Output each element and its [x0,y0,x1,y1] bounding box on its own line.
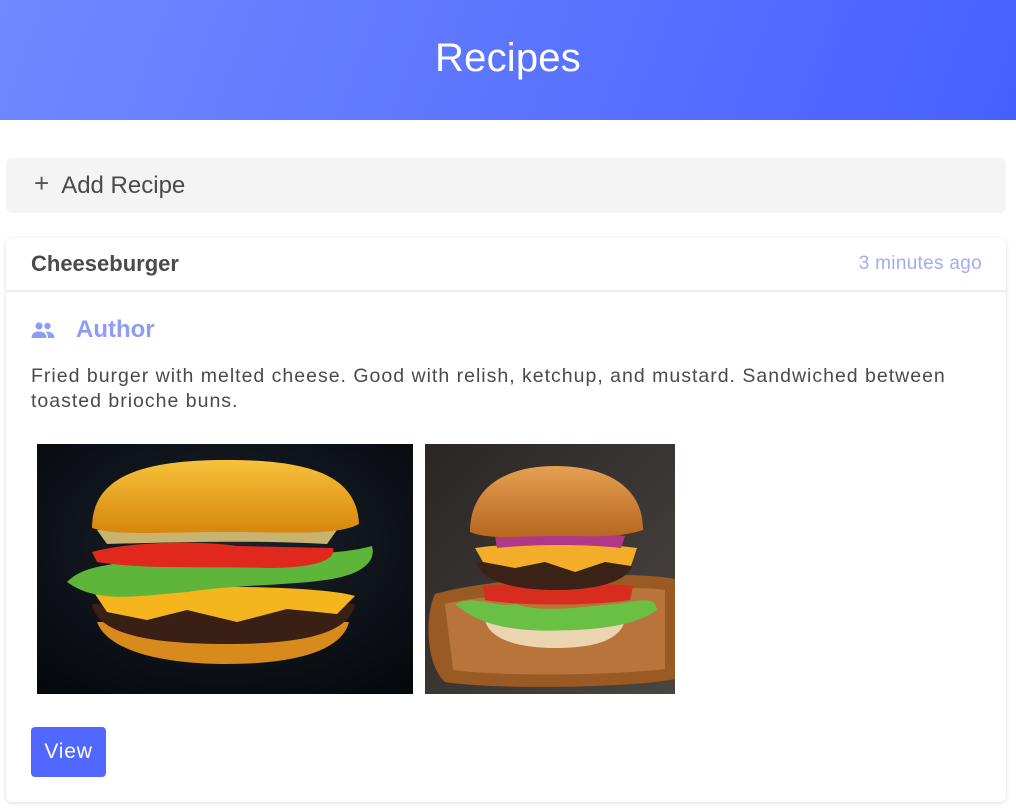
recipe-description: Fried burger with melted cheese. Good wi… [31,365,946,412]
view-button[interactable]: View [31,727,106,777]
recipe-timestamp: 3 minutes ago [858,253,982,274]
recipe-title: Cheeseburger [31,251,179,276]
people-icon [31,322,55,338]
app-header: Recipes [0,0,1016,120]
author-label[interactable]: Author [76,316,155,344]
recipe-card: Cheeseburger 3 minutes ago Author Fried … [6,238,1006,802]
cheeseburger-photo-dark[interactable] [37,444,413,694]
page-title: Recipes [435,35,581,80]
add-recipe-label: Add Recipe [61,171,186,199]
recipe-author[interactable]: Author [31,316,155,344]
cheeseburger-photo-board[interactable] [425,444,675,694]
plus-icon: + [34,167,50,198]
recipe-card-header: Cheeseburger 3 minutes ago [6,238,1006,292]
add-recipe-button[interactable]: + Add Recipe [6,158,1006,213]
